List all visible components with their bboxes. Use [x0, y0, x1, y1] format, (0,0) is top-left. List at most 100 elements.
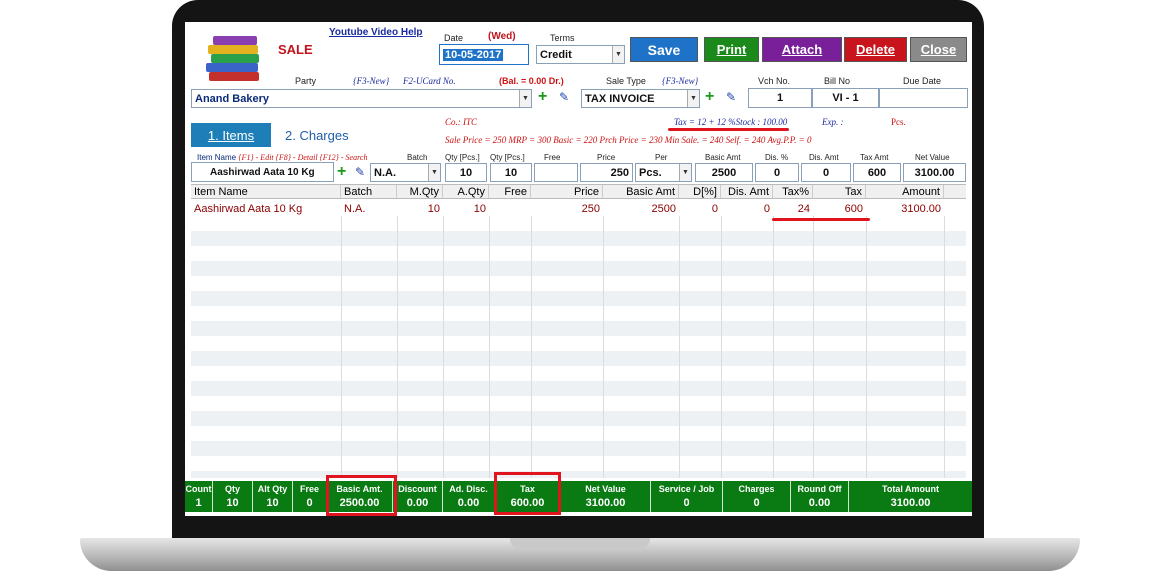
- edit-item-pencil-icon[interactable]: ✎: [355, 165, 365, 179]
- price-input[interactable]: 250: [580, 163, 633, 182]
- free-label: Free: [544, 153, 561, 162]
- sale-type-label: Sale Type: [606, 76, 646, 86]
- batch-select[interactable]: N.A. ▼: [370, 163, 441, 182]
- terms-label: Terms: [550, 33, 575, 43]
- chevron-down-icon[interactable]: ▼: [679, 164, 691, 181]
- attach-button[interactable]: Attach: [762, 37, 842, 62]
- row-free: [489, 201, 531, 216]
- footer-free-label: Free: [299, 484, 319, 494]
- laptop-notch: [510, 538, 650, 550]
- footer-total-amount-label: Total Amount: [882, 484, 939, 494]
- footer-qty-value: 10: [226, 497, 239, 509]
- exp-info: Exp. :: [822, 117, 844, 127]
- row-tax-pct: 24: [797, 202, 810, 215]
- add-item-plus-icon[interactable]: +: [337, 164, 346, 180]
- terms-select[interactable]: Credit ▼: [536, 45, 625, 64]
- dis-amt-label: Dis. Amt: [809, 153, 839, 162]
- col-free[interactable]: Free: [489, 185, 531, 198]
- grid-divider: [531, 216, 532, 478]
- qty-input[interactable]: 10: [445, 163, 487, 182]
- add-party-plus-icon[interactable]: +: [538, 89, 547, 105]
- add-sale-type-plus-icon[interactable]: +: [705, 89, 714, 105]
- col-amount[interactable]: Amount: [866, 185, 944, 198]
- edit-party-pencil-icon[interactable]: ✎: [559, 90, 569, 104]
- col-d-pct[interactable]: D[%]: [679, 185, 721, 198]
- tax-amt-input[interactable]: 600: [853, 163, 901, 182]
- footer-net-value: Net Value 3100.00: [561, 481, 651, 512]
- row-d-pct: 0: [711, 202, 718, 215]
- party-select[interactable]: Anand Bakery ▼: [191, 89, 532, 108]
- chevron-down-icon[interactable]: ▼: [428, 164, 440, 181]
- col-dis-amt[interactable]: Dis. Amt: [721, 185, 773, 198]
- chevron-down-icon[interactable]: ▼: [612, 46, 624, 63]
- col-batch[interactable]: Batch: [341, 185, 397, 198]
- col-tax[interactable]: Tax: [813, 185, 866, 198]
- col-basic-amt[interactable]: Basic Amt: [603, 185, 679, 198]
- price-info: Sale Price = 250 MRP = 300 Basic = 220 P…: [445, 135, 812, 145]
- col-a-qty[interactable]: A.Qty: [443, 185, 489, 198]
- footer-net-value-value: 3100.00: [585, 497, 626, 509]
- due-date-input[interactable]: [879, 88, 968, 108]
- tab-charges[interactable]: 2. Charges: [285, 128, 349, 143]
- footer-total-amount: Total Amount 3100.00: [849, 481, 972, 512]
- net-value-input[interactable]: 3100.00: [903, 163, 966, 182]
- footer-service-job-label: Service / Job: [658, 484, 715, 494]
- tab-items[interactable]: 1. Items: [191, 123, 271, 147]
- save-button[interactable]: Save: [630, 37, 698, 62]
- col-item-name[interactable]: Item Name: [191, 185, 341, 198]
- footer-service-job-value: 0: [683, 497, 690, 509]
- dis-pct-input[interactable]: 0: [755, 163, 799, 182]
- totals-footer: Count 1 Qty 10 Alt Qty 10 Free 0 Basic Amt. 2…: [185, 481, 972, 512]
- row-basic-amt: 2500: [651, 202, 676, 215]
- footer-count: Count 1: [185, 481, 213, 512]
- date-input[interactable]: 10-05-2017: [439, 44, 529, 65]
- books-stack-icon: [203, 32, 265, 84]
- footer-ad-disc-label: Ad. Disc.: [449, 484, 488, 494]
- dis-amt-input[interactable]: 0: [801, 163, 851, 182]
- grid-divider: [721, 216, 722, 478]
- date-value: 10-05-2017: [443, 48, 504, 61]
- edit-sale-type-pencil-icon[interactable]: ✎: [726, 90, 736, 104]
- tax-highlight-box: [494, 472, 561, 515]
- chevron-down-icon[interactable]: ▼: [519, 90, 531, 107]
- footer-charges: Charges 0: [723, 481, 791, 512]
- basic-amt-input[interactable]: 2500: [695, 163, 753, 182]
- grid-divider: [866, 216, 867, 478]
- print-button[interactable]: Print: [704, 37, 759, 62]
- col-price[interactable]: Price: [531, 185, 603, 198]
- close-button[interactable]: Close: [910, 37, 967, 62]
- company-info: Co.: ITC: [445, 117, 478, 127]
- col-m-qty[interactable]: M.Qty: [397, 185, 443, 198]
- tax-amt-label: Tax Amt: [860, 153, 889, 162]
- row-dis-amt: 0: [763, 202, 770, 215]
- batch-value: N.A.: [374, 166, 396, 179]
- free-input[interactable]: [534, 163, 578, 182]
- chevron-down-icon[interactable]: ▼: [687, 90, 699, 107]
- delete-button[interactable]: Delete: [844, 37, 907, 62]
- bill-no-label: Bill No: [824, 76, 851, 86]
- footer-count-label: Count: [185, 484, 212, 494]
- table-row[interactable]: Aashirwad Aata 10 Kg N.A. 10 10 250 2500…: [191, 201, 966, 216]
- col-tax-pct[interactable]: Tax%: [773, 185, 813, 198]
- sale-type-select[interactable]: TAX INVOICE ▼: [581, 89, 700, 108]
- footer-alt-qty: Alt Qty 10: [253, 481, 293, 512]
- item-name-input[interactable]: Aashirwad Aata 10 Kg: [191, 162, 334, 182]
- bill-no-input[interactable]: VI - 1: [812, 88, 879, 108]
- footer-charges-value: 0: [753, 497, 760, 509]
- qty-label: Qty [Pcs.]: [445, 153, 480, 162]
- party-balance: (Bal. = 0.00 Dr.): [499, 76, 564, 86]
- qty2-input[interactable]: 10: [490, 163, 532, 182]
- item-name-label-text: Item Name: [197, 153, 237, 162]
- footer-service-job: Service / Job 0: [651, 481, 723, 512]
- footer-qty-label: Qty: [224, 484, 240, 494]
- sale-type-value: TAX INVOICE: [585, 92, 655, 105]
- per-select[interactable]: Pcs. ▼: [635, 163, 692, 182]
- footer-discount-label: Discount: [398, 484, 437, 494]
- grid-divider: [443, 216, 444, 478]
- youtube-help-link[interactable]: Youtube Video Help: [329, 27, 423, 38]
- footer-ad-disc: Ad. Disc. 0.00: [443, 481, 495, 512]
- qty2-label: Qty [Pcs.]: [490, 153, 525, 162]
- items-grid-header: Item Name Batch M.Qty A.Qty Free Price B…: [191, 184, 966, 199]
- vch-no-input[interactable]: 1: [748, 88, 812, 108]
- row-amount: 3100.00: [901, 202, 941, 215]
